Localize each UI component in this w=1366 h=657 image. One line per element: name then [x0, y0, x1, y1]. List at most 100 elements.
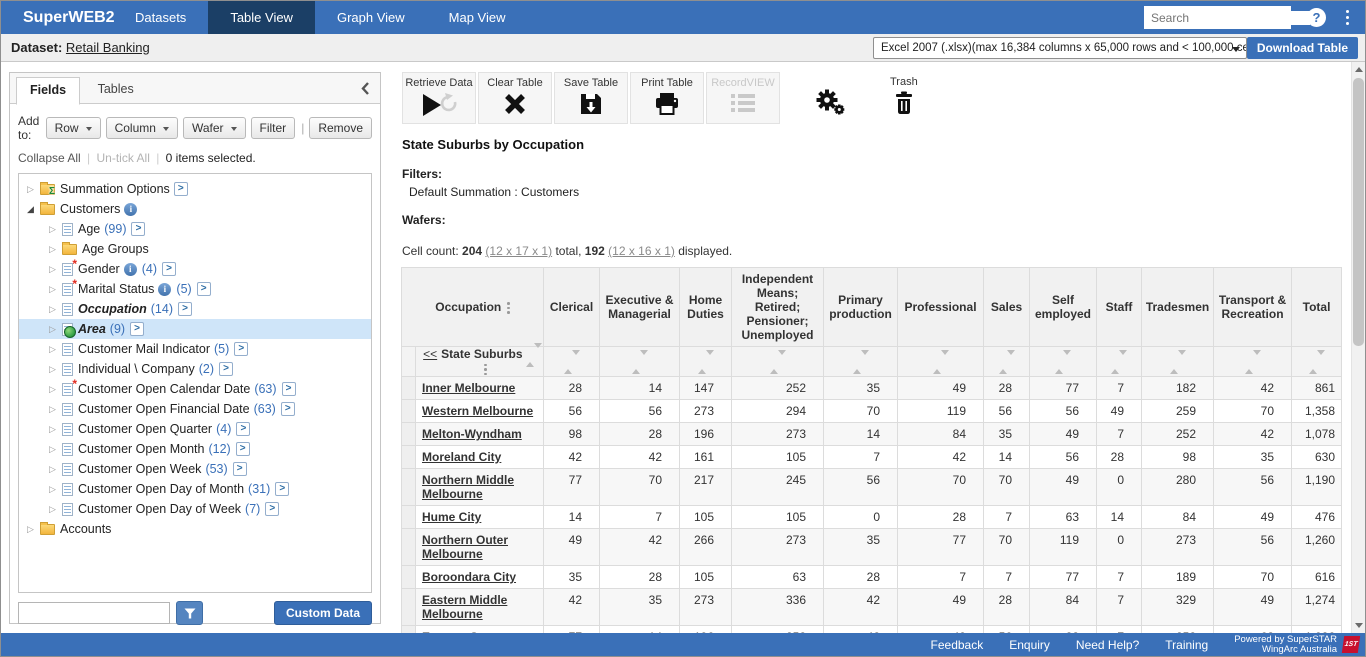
column-header-professional[interactable]: Professional: [898, 268, 984, 347]
row-label-link[interactable]: Moreland City: [422, 450, 501, 464]
tree-item-customers[interactable]: ◢Customersi: [19, 199, 371, 219]
expand-node-icon[interactable]: ▷: [49, 224, 62, 235]
row-label-link[interactable]: Melton-Wyndham: [422, 427, 522, 441]
info-icon[interactable]: i: [124, 263, 137, 276]
footer-link-enquiry[interactable]: Enquiry: [1009, 638, 1050, 652]
remove-button[interactable]: Remove: [309, 117, 372, 139]
sort-icon[interactable]: [526, 348, 542, 362]
sort-icon[interactable]: [933, 355, 949, 369]
collapse-sidebar-icon[interactable]: [360, 81, 371, 96]
sort-icon[interactable]: [1055, 355, 1071, 369]
expand-node-icon[interactable]: ▷: [49, 304, 62, 315]
column-header-primary-production[interactable]: Primary production: [824, 268, 898, 347]
field-action-button[interactable]: >: [197, 282, 211, 296]
nav-tab-datasets[interactable]: Datasets: [113, 1, 208, 34]
expand-node-icon[interactable]: ▷: [27, 184, 40, 195]
column-header-clerical[interactable]: Clerical: [544, 268, 600, 347]
occupation-corner-header[interactable]: Occupation: [402, 268, 544, 347]
field-action-button[interactable]: >: [162, 262, 176, 276]
tree-item-customer-mail-indicator[interactable]: ▷Customer Mail Indicator(5)>: [19, 339, 371, 359]
field-action-button[interactable]: >: [234, 342, 248, 356]
tree-item-accounts[interactable]: ▷Accounts: [19, 519, 371, 539]
footer-link-training[interactable]: Training: [1165, 638, 1208, 652]
menu-kebab-icon[interactable]: [1346, 10, 1349, 25]
trash-button[interactable]: Trash: [890, 72, 918, 121]
retrieve-data-button[interactable]: Retrieve Data: [402, 72, 476, 124]
tree-item-age[interactable]: ▷Age(99)>: [19, 219, 371, 239]
column-sort-cell[interactable]: [1214, 347, 1292, 377]
row-label-link[interactable]: Inner Melbourne: [422, 381, 515, 395]
row-label-link[interactable]: Northern Middle Melbourne: [422, 473, 514, 501]
field-action-button[interactable]: >: [236, 442, 250, 456]
expand-node-icon[interactable]: ▷: [49, 484, 62, 495]
filter-button[interactable]: Filter: [251, 117, 296, 139]
field-action-button[interactable]: >: [178, 302, 192, 316]
column-sort-cell[interactable]: [680, 347, 732, 377]
search-box[interactable]: [1144, 6, 1291, 29]
column-sort-cell[interactable]: [1142, 347, 1214, 377]
export-format-select[interactable]: Excel 2007 (.xlsx)(max 16,384 columns x …: [873, 37, 1247, 59]
column-sort-cell[interactable]: [544, 347, 600, 377]
add-to-row-button[interactable]: Row: [46, 117, 101, 139]
tree-item-occupation[interactable]: ▷Occupation(14)>: [19, 299, 371, 319]
add-to-wafer-button[interactable]: Wafer: [183, 117, 246, 139]
column-sort-cell[interactable]: [1030, 347, 1097, 377]
expand-node-icon[interactable]: ▷: [49, 384, 62, 395]
clear-table-button[interactable]: Clear Table: [478, 72, 552, 124]
column-sort-cell[interactable]: [732, 347, 824, 377]
sort-icon[interactable]: [1111, 355, 1127, 369]
tree-item-customer-open-day-of-week[interactable]: ▷Customer Open Day of Week(7)>: [19, 499, 371, 519]
custom-data-button[interactable]: Custom Data: [274, 601, 372, 625]
sort-icon[interactable]: [770, 355, 786, 369]
collapse-all-link[interactable]: Collapse All: [18, 151, 81, 165]
row-label-link[interactable]: Hume City: [422, 510, 481, 524]
info-icon[interactable]: i: [158, 283, 171, 296]
tab-fields[interactable]: Fields: [16, 77, 80, 105]
tree-filter-apply-button[interactable]: [176, 601, 203, 625]
expand-node-icon[interactable]: ▷: [49, 364, 62, 375]
print-table-button[interactable]: Print Table: [630, 72, 704, 124]
untick-all-link[interactable]: Un-tick All: [97, 151, 150, 165]
tree-filter-input[interactable]: [18, 602, 170, 624]
row-label-link[interactable]: Northern Outer Melbourne: [422, 533, 508, 561]
search-input[interactable]: [1144, 11, 1310, 25]
scrollbar-thumb[interactable]: [1353, 78, 1364, 346]
column-header-sales[interactable]: Sales: [984, 268, 1030, 347]
tree-item-customer-open-calendar-date[interactable]: ▷Customer Open Calendar Date(63)>: [19, 379, 371, 399]
column-sort-cell[interactable]: [984, 347, 1030, 377]
add-to-column-button[interactable]: Column: [106, 117, 178, 139]
column-header-home-duties[interactable]: Home Duties: [680, 268, 732, 347]
expand-node-icon[interactable]: ▷: [49, 504, 62, 515]
field-action-button[interactable]: >: [236, 422, 250, 436]
field-action-button[interactable]: >: [219, 362, 233, 376]
expand-node-icon[interactable]: ▷: [27, 524, 40, 535]
nav-tab-map-view[interactable]: Map View: [427, 1, 528, 34]
scroll-down-arrow[interactable]: [1352, 618, 1365, 633]
column-header-executive-managerial[interactable]: Executive & Managerial: [600, 268, 680, 347]
field-action-button[interactable]: >: [281, 402, 295, 416]
expand-node-icon[interactable]: ▷: [49, 344, 62, 355]
column-sort-cell[interactable]: [898, 347, 984, 377]
row-label-link[interactable]: Eastern Middle Melbourne: [422, 593, 507, 621]
download-table-button[interactable]: Download Table: [1247, 37, 1358, 59]
tree-item-customer-open-financial-date[interactable]: ▷Customer Open Financial Date(63)>: [19, 399, 371, 419]
tab-tables[interactable]: Tables: [85, 76, 147, 102]
sort-icon[interactable]: [632, 355, 648, 369]
column-header-independent-means-retired-pensioner-unemployed[interactable]: Independent Means; Retired; Pensioner; U…: [732, 268, 824, 347]
collapse-node-icon[interactable]: ◢: [27, 204, 40, 215]
expand-node-icon[interactable]: ▷: [49, 404, 62, 415]
sort-icon[interactable]: [1245, 355, 1261, 369]
footer-link-need-help-[interactable]: Need Help?: [1076, 638, 1139, 652]
column-header-staff[interactable]: Staff: [1097, 268, 1142, 347]
collapse-rows-link[interactable]: <<: [423, 347, 437, 361]
sort-icon[interactable]: [999, 355, 1015, 369]
total-dims-link[interactable]: (12 x 17 x 1): [485, 244, 552, 258]
nav-tab-table-view[interactable]: Table View: [208, 1, 315, 34]
info-icon[interactable]: i: [124, 203, 137, 216]
table-options-button[interactable]: [814, 72, 846, 121]
save-table-button[interactable]: Save Table: [554, 72, 628, 124]
sort-icon[interactable]: [1309, 355, 1325, 369]
expand-node-icon[interactable]: ▷: [49, 424, 62, 435]
expand-node-icon[interactable]: ▷: [49, 464, 62, 475]
column-menu-kebab-icon[interactable]: [484, 364, 487, 376]
